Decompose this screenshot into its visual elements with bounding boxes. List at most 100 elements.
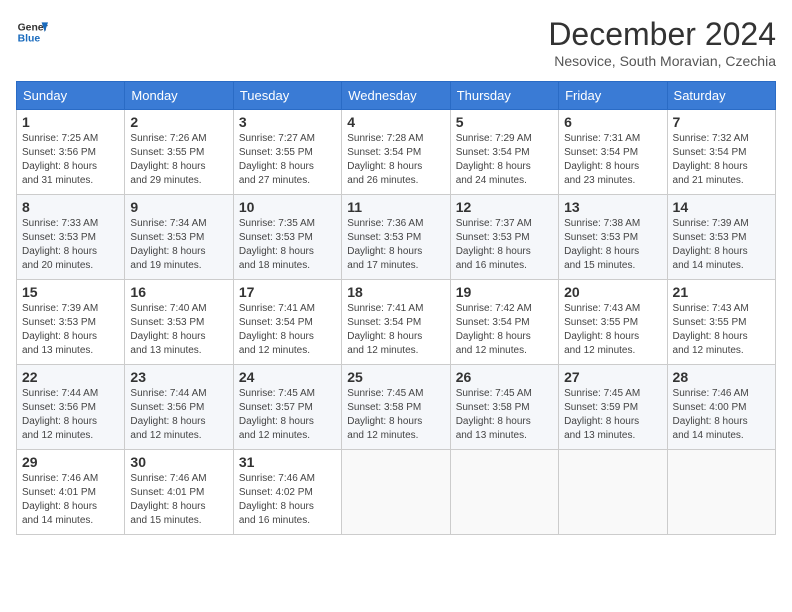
day-number: 12 (456, 199, 553, 215)
day-cell-10: 10 Sunrise: 7:35 AM Sunset: 3:53 PM Dayli… (233, 195, 341, 280)
day-cell-19: 19 Sunrise: 7:42 AM Sunset: 3:54 PM Dayli… (450, 280, 558, 365)
day-number: 31 (239, 454, 336, 470)
week-row-2: 8Sunrise: 7:33 AM Sunset: 3:53 PM Daylig… (17, 195, 776, 280)
day-number: 14 (673, 199, 770, 215)
weekday-monday: Monday (125, 82, 233, 110)
day-cell-17: 17Sunrise: 7:41 AM Sunset: 3:54 PM Dayli… (233, 280, 341, 365)
page-header: General Blue December 2024 Nesovice, Sou… (16, 16, 776, 69)
day-number: 9 (130, 199, 227, 215)
day-info: Sunrise: 7:45 AM Sunset: 3:58 PM Dayligh… (347, 387, 444, 443)
day-number: 7 (673, 114, 770, 130)
day-cell-9: 9 Sunrise: 7:34 AM Sunset: 3:53 PM Daylig… (125, 195, 233, 280)
day-cell-13: 13Sunrise: 7:38 AM Sunset: 3:53 PM Dayli… (559, 195, 667, 280)
day-cell-3: 3 Sunrise: 7:27 AM Sunset: 3:55 PM Daylig… (233, 110, 341, 195)
day-number: 16 (130, 284, 227, 300)
day-info: Sunrise: 7:40 AM Sunset: 3:53 PM Dayligh… (130, 302, 227, 358)
day-info: Sunrise: 7:44 AM Sunset: 3:56 PM Dayligh… (22, 387, 119, 443)
day-cell-26: 26Sunrise: 7:45 AM Sunset: 3:58 PM Dayli… (450, 365, 558, 450)
week-row-3: 15Sunrise: 7:39 AM Sunset: 3:53 PM Dayli… (17, 280, 776, 365)
day-cell-20: 20 Sunrise: 7:43 AM Sunset: 3:55 PM Dayli… (559, 280, 667, 365)
day-cell-2: 2 Sunrise: 7:26 AM Sunset: 3:55 PM Daylig… (125, 110, 233, 195)
day-number: 20 (564, 284, 661, 300)
day-info: Sunrise: 7:38 AM Sunset: 3:53 PM Dayligh… (564, 217, 661, 273)
day-cell-12: 12 Sunrise: 7:37 AM Sunset: 3:53 PM Dayli… (450, 195, 558, 280)
title-section: December 2024 Nesovice, South Moravian, … (548, 16, 776, 69)
day-cell-4: 4 Sunrise: 7:28 AM Sunset: 3:54 PM Daylig… (342, 110, 450, 195)
logo-icon: General Blue (16, 16, 48, 48)
day-info: Sunrise: 7:45 AM Sunset: 3:58 PM Dayligh… (456, 387, 553, 443)
day-cell-21: 21 Sunrise: 7:43 AM Sunset: 3:55 PM Dayli… (667, 280, 775, 365)
svg-text:Blue: Blue (18, 34, 41, 45)
day-info: Sunrise: 7:46 AM Sunset: 4:00 PM Dayligh… (673, 387, 770, 443)
day-number: 1 (22, 114, 119, 130)
day-cell-24: 24 Sunrise: 7:45 AM Sunset: 3:57 PM Dayli… (233, 365, 341, 450)
day-cell-14: 14 Sunrise: 7:39 AM Sunset: 3:53 PM Dayli… (667, 195, 775, 280)
day-info: Sunrise: 7:46 AM Sunset: 4:02 PM Dayligh… (239, 472, 336, 528)
day-cell-6: 6Sunrise: 7:31 AM Sunset: 3:54 PM Daylig… (559, 110, 667, 195)
day-cell-7: 7Sunrise: 7:32 AM Sunset: 3:54 PM Daylig… (667, 110, 775, 195)
day-number: 23 (130, 369, 227, 385)
day-info: Sunrise: 7:26 AM Sunset: 3:55 PM Dayligh… (130, 132, 227, 188)
empty-cell (342, 450, 450, 535)
day-number: 17 (239, 284, 336, 300)
day-cell-11: 11Sunrise: 7:36 AM Sunset: 3:53 PM Dayli… (342, 195, 450, 280)
day-number: 4 (347, 114, 444, 130)
day-cell-15: 15Sunrise: 7:39 AM Sunset: 3:53 PM Dayli… (17, 280, 125, 365)
day-number: 2 (130, 114, 227, 130)
day-info: Sunrise: 7:36 AM Sunset: 3:53 PM Dayligh… (347, 217, 444, 273)
day-cell-22: 22 Sunrise: 7:44 AM Sunset: 3:56 PM Dayli… (17, 365, 125, 450)
weekday-friday: Friday (559, 82, 667, 110)
day-number: 27 (564, 369, 661, 385)
day-number: 3 (239, 114, 336, 130)
day-info: Sunrise: 7:43 AM Sunset: 3:55 PM Dayligh… (564, 302, 661, 358)
weekday-sunday: Sunday (17, 82, 125, 110)
weekday-saturday: Saturday (667, 82, 775, 110)
day-info: Sunrise: 7:29 AM Sunset: 3:54 PM Dayligh… (456, 132, 553, 188)
day-number: 5 (456, 114, 553, 130)
day-cell-28: 28Sunrise: 7:46 AM Sunset: 4:00 PM Dayli… (667, 365, 775, 450)
day-info: Sunrise: 7:44 AM Sunset: 3:56 PM Dayligh… (130, 387, 227, 443)
day-number: 8 (22, 199, 119, 215)
day-info: Sunrise: 7:42 AM Sunset: 3:54 PM Dayligh… (456, 302, 553, 358)
day-cell-1: 1 Sunrise: 7:25 AM Sunset: 3:56 PM Daylig… (17, 110, 125, 195)
logo: General Blue (16, 16, 48, 48)
day-info: Sunrise: 7:35 AM Sunset: 3:53 PM Dayligh… (239, 217, 336, 273)
location-subtitle: Nesovice, South Moravian, Czechia (548, 53, 776, 69)
day-cell-16: 16 Sunrise: 7:40 AM Sunset: 3:53 PM Dayli… (125, 280, 233, 365)
day-info: Sunrise: 7:37 AM Sunset: 3:53 PM Dayligh… (456, 217, 553, 273)
day-info: Sunrise: 7:34 AM Sunset: 3:53 PM Dayligh… (130, 217, 227, 273)
weekday-header-row: SundayMondayTuesdayWednesdayThursdayFrid… (17, 82, 776, 110)
empty-cell (667, 450, 775, 535)
day-number: 22 (22, 369, 119, 385)
calendar-table: SundayMondayTuesdayWednesdayThursdayFrid… (16, 81, 776, 535)
weekday-thursday: Thursday (450, 82, 558, 110)
day-info: Sunrise: 7:39 AM Sunset: 3:53 PM Dayligh… (673, 217, 770, 273)
day-number: 10 (239, 199, 336, 215)
week-row-4: 22 Sunrise: 7:44 AM Sunset: 3:56 PM Dayli… (17, 365, 776, 450)
weekday-tuesday: Tuesday (233, 82, 341, 110)
day-number: 24 (239, 369, 336, 385)
day-info: Sunrise: 7:41 AM Sunset: 3:54 PM Dayligh… (347, 302, 444, 358)
day-number: 18 (347, 284, 444, 300)
day-number: 21 (673, 284, 770, 300)
day-info: Sunrise: 7:45 AM Sunset: 3:57 PM Dayligh… (239, 387, 336, 443)
day-cell-30: 30Sunrise: 7:46 AM Sunset: 4:01 PM Dayli… (125, 450, 233, 535)
empty-cell (559, 450, 667, 535)
day-info: Sunrise: 7:43 AM Sunset: 3:55 PM Dayligh… (673, 302, 770, 358)
day-number: 25 (347, 369, 444, 385)
month-title: December 2024 (548, 16, 776, 53)
day-cell-18: 18 Sunrise: 7:41 AM Sunset: 3:54 PM Dayli… (342, 280, 450, 365)
day-number: 19 (456, 284, 553, 300)
day-info: Sunrise: 7:27 AM Sunset: 3:55 PM Dayligh… (239, 132, 336, 188)
day-info: Sunrise: 7:25 AM Sunset: 3:56 PM Dayligh… (22, 132, 119, 188)
day-cell-5: 5 Sunrise: 7:29 AM Sunset: 3:54 PM Daylig… (450, 110, 558, 195)
empty-cell (450, 450, 558, 535)
day-info: Sunrise: 7:46 AM Sunset: 4:01 PM Dayligh… (130, 472, 227, 528)
day-info: Sunrise: 7:39 AM Sunset: 3:53 PM Dayligh… (22, 302, 119, 358)
day-cell-8: 8Sunrise: 7:33 AM Sunset: 3:53 PM Daylig… (17, 195, 125, 280)
day-cell-25: 25 Sunrise: 7:45 AM Sunset: 3:58 PM Dayli… (342, 365, 450, 450)
day-number: 29 (22, 454, 119, 470)
day-info: Sunrise: 7:28 AM Sunset: 3:54 PM Dayligh… (347, 132, 444, 188)
week-row-1: 1 Sunrise: 7:25 AM Sunset: 3:56 PM Daylig… (17, 110, 776, 195)
weekday-wednesday: Wednesday (342, 82, 450, 110)
